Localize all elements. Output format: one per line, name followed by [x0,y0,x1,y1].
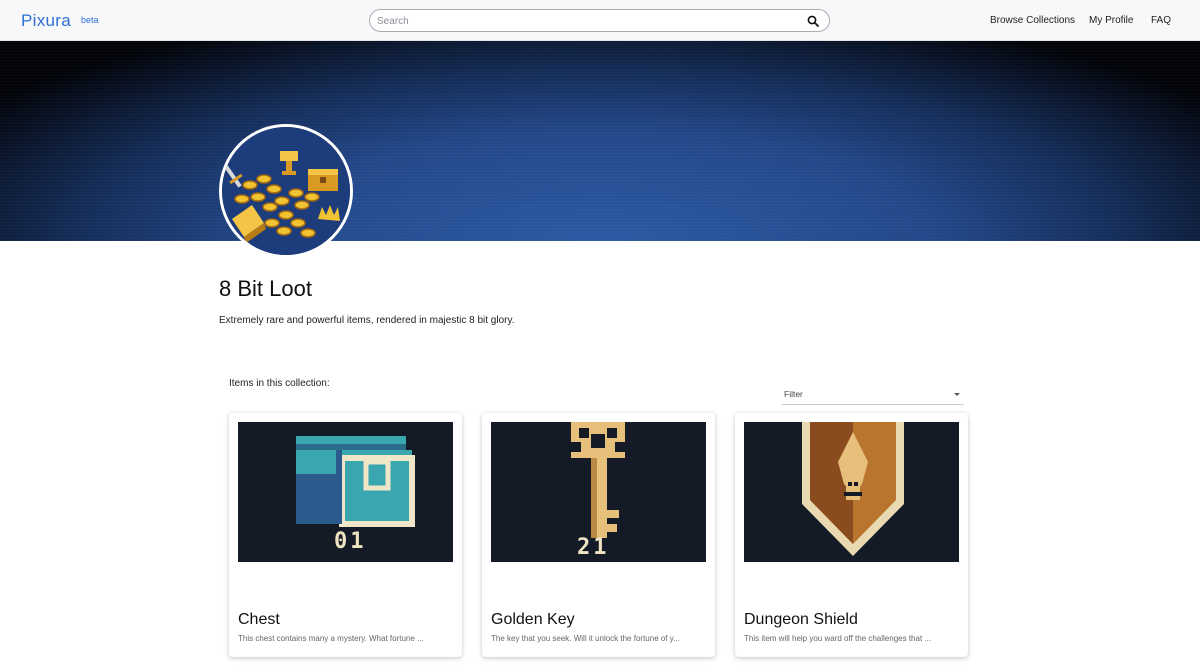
item-description: This chest contains many a mystery. What… [238,634,424,643]
item-title: Chest [238,611,280,628]
item-number: 21 [577,535,610,560]
collection-title: 8 Bit Loot [219,276,312,301]
item-number: 01 [334,529,367,554]
treasure-pile-icon [222,127,350,255]
pixura-logo[interactable]: Pixura [21,11,71,31]
item-image: 21 [491,422,706,562]
filter-dropdown[interactable]: Filter [782,386,964,405]
caret-down-icon [954,393,960,396]
collection-avatar [219,124,353,258]
item-image: 01 [238,422,453,562]
filter-label: Filter [784,389,803,399]
item-description: The key that you seek. Will it unlock th… [491,634,680,643]
collection-banner [0,41,1200,241]
item-description: This item will help you ward off the cha… [744,634,932,643]
collection-description: Extremely rare and powerful items, rende… [219,315,515,326]
nav-my-profile[interactable]: My Profile [1089,15,1133,26]
items-section-label: Items in this collection: [229,378,330,389]
item-card-dungeon-shield[interactable]: Dungeon Shield This item will help you w… [735,413,968,657]
search-bar[interactable] [369,9,830,32]
search-input[interactable] [377,13,797,29]
search-icon[interactable] [807,15,819,27]
item-image [744,422,959,562]
shield-icon [744,422,959,562]
banner-texture [0,41,1200,241]
top-navbar: Pixura beta Browse Collections My Profil… [0,0,1200,41]
item-title: Dungeon Shield [744,611,858,628]
nav-faq[interactable]: FAQ [1151,15,1171,26]
item-card-chest[interactable]: 01 Chest This chest contains many a myst… [229,413,462,657]
item-title: Golden Key [491,611,575,628]
nav-browse-collections[interactable]: Browse Collections [990,15,1075,26]
beta-badge: beta [81,15,99,25]
item-card-golden-key[interactable]: 21 Golden Key The key that you seek. Wil… [482,413,715,657]
